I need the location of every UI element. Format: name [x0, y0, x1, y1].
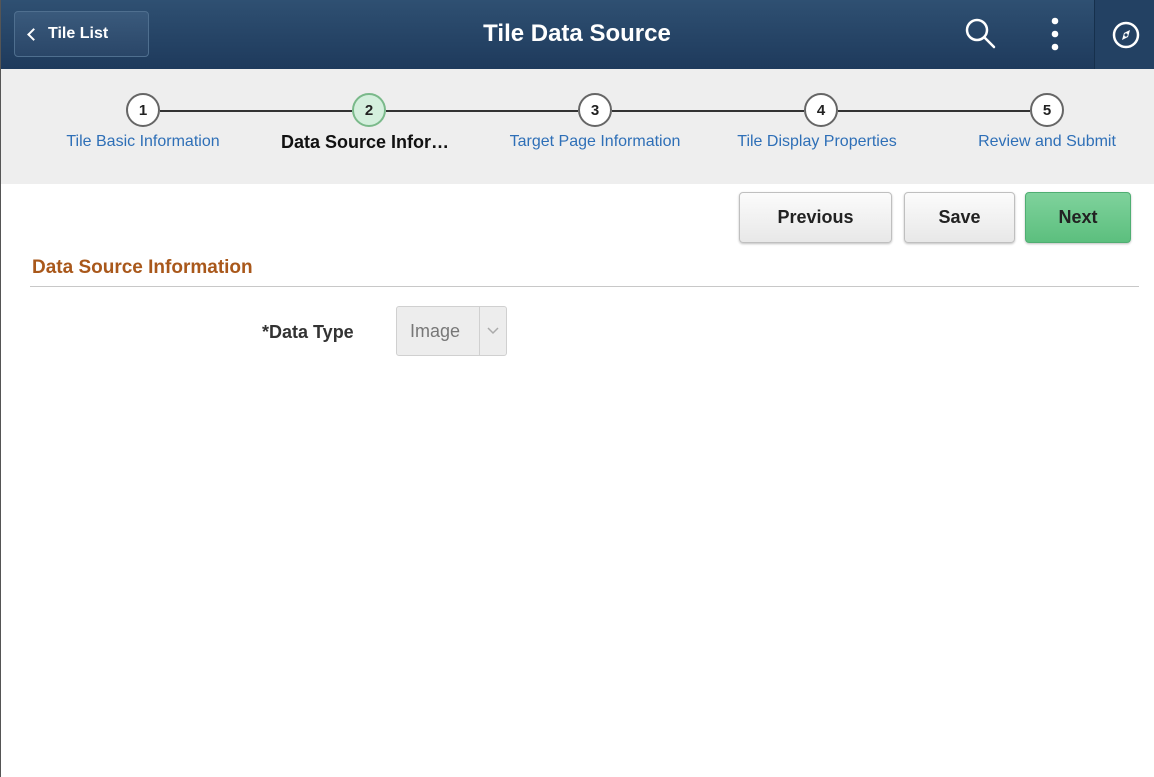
save-button[interactable]: Save	[904, 192, 1015, 243]
next-button[interactable]: Next	[1025, 192, 1131, 243]
section-divider	[30, 286, 1139, 287]
data-type-select: Image	[396, 306, 507, 356]
chevron-down-icon	[479, 307, 506, 355]
data-type-label: *Data Type	[262, 322, 354, 342]
train-stop-navigation: 1 2 3 4 5 Tile Basic Information Data So…	[0, 69, 1154, 184]
train-step-5-label[interactable]: Review and Submit	[978, 133, 1116, 151]
train-step-1[interactable]: 1	[126, 93, 160, 127]
train-connector	[160, 110, 352, 112]
train-step-2: 2	[352, 93, 386, 127]
train-step-1-label[interactable]: Tile Basic Information	[66, 133, 219, 151]
previous-button[interactable]: Previous	[739, 192, 892, 243]
train-step-3-label[interactable]: Target Page Information	[510, 133, 681, 151]
navbar-compass-icon[interactable]	[1112, 21, 1140, 49]
train-step-3[interactable]: 3	[578, 93, 612, 127]
train-step-4-label[interactable]: Tile Display Properties	[737, 133, 896, 151]
train-connector	[838, 110, 1030, 112]
section-title: Data Source Information	[32, 257, 253, 278]
train-step-2-label: Data Source Infor…	[280, 132, 450, 152]
train-step-4[interactable]: 4	[804, 93, 838, 127]
search-icon[interactable]	[962, 16, 998, 52]
train-step-5[interactable]: 5	[1030, 93, 1064, 127]
train-connector	[386, 110, 578, 112]
more-actions-icon[interactable]	[1040, 15, 1070, 53]
header-bar: Tile List Tile Data Source	[0, 0, 1154, 69]
train-connector	[612, 110, 804, 112]
data-type-value: Image	[410, 320, 461, 341]
